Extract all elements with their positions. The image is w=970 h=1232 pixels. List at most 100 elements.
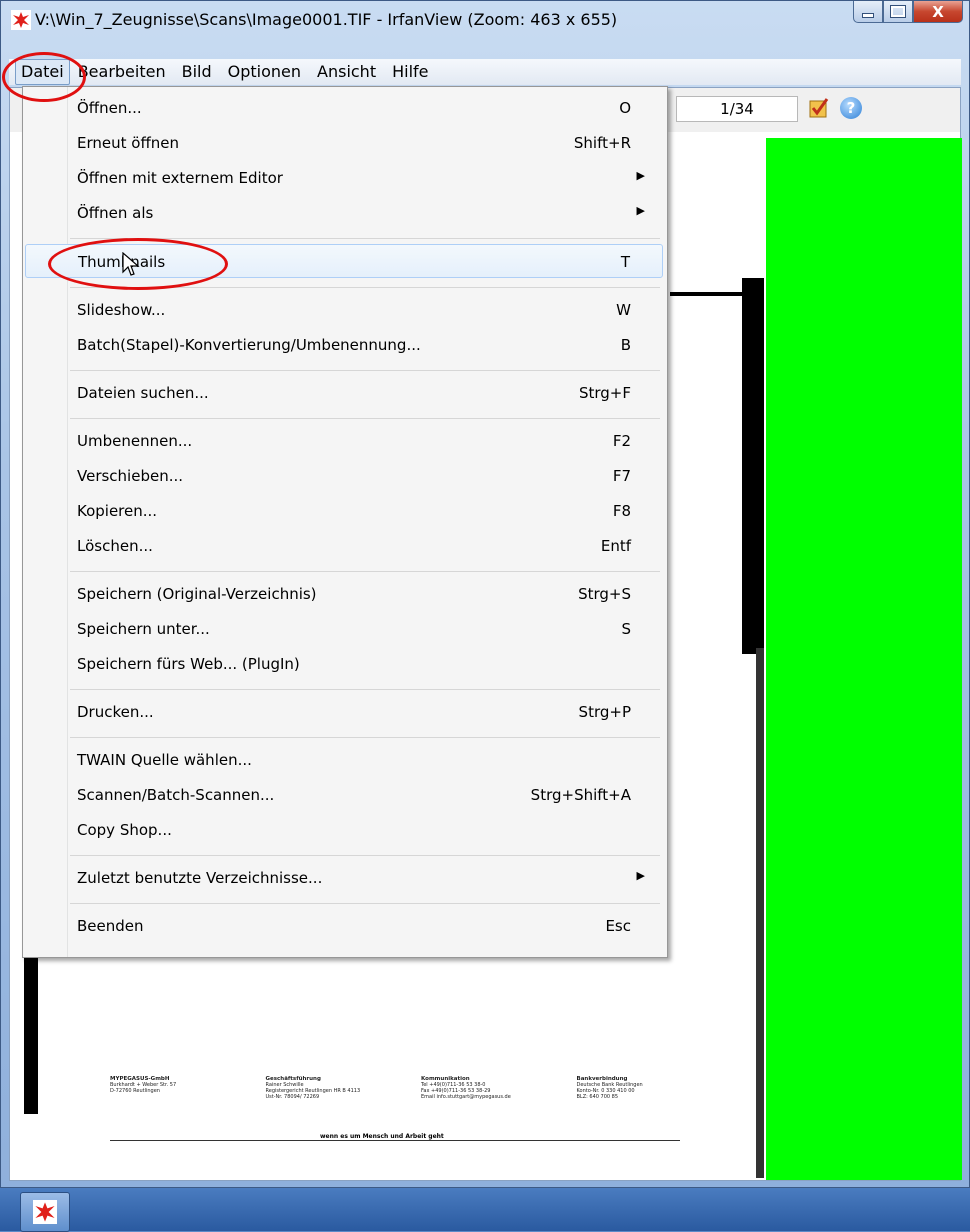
menu-item-label: Umbenennen... <box>77 432 193 450</box>
menu-item-shortcut: F8 <box>612 502 631 520</box>
menu-item-batch[interactable]: Batch(Stapel)-Konvertierung/Umbenennung.… <box>25 328 663 362</box>
menu-ansicht[interactable]: Ansicht <box>309 60 384 84</box>
menu-separator <box>70 689 660 690</box>
menu-item-shortcut: Strg+S <box>578 585 631 603</box>
menu-item-label: Verschieben... <box>77 467 184 485</box>
menu-item-oeffnen[interactable]: Öffnen... O <box>25 91 663 125</box>
menu-item-drucken[interactable]: Drucken... Strg+P <box>25 695 663 729</box>
menu-item-label: Drucken... <box>77 703 154 721</box>
menu-item-oeffnen-extern[interactable]: Öffnen mit externem Editor ▶ <box>25 161 663 195</box>
document-footer: MYPEGASUS-GmbH Burkhardt + Weber Str. 57… <box>110 1076 710 1100</box>
menu-item-kopieren[interactable]: Kopieren... F8 <box>25 494 663 528</box>
scan-horizontal-line <box>670 292 748 296</box>
menu-item-shortcut: Entf <box>600 537 631 555</box>
scanned-green-area <box>766 138 962 1180</box>
footer-management: Geschäftsführung Rainer Schwille Registe… <box>266 1076 400 1100</box>
page-counter[interactable]: 1/34 <box>676 96 798 122</box>
menu-item-label: Slideshow... <box>77 301 166 319</box>
submenu-arrow-icon: ▶ <box>636 169 645 182</box>
maximize-icon <box>890 5 906 18</box>
submenu-arrow-icon: ▶ <box>636 869 645 882</box>
menu-bar: Datei Bearbeiten Bild Optionen Ansicht H… <box>9 59 961 85</box>
file-menu-dropdown: Öffnen... O Erneut öffnen Shift+R Öffnen… <box>22 86 668 958</box>
menu-separator <box>70 855 660 856</box>
close-button[interactable]: X <box>913 1 963 23</box>
irfanview-app-icon[interactable] <box>11 10 31 30</box>
taskbar <box>0 1188 970 1232</box>
menu-item-label: Speichern unter... <box>77 620 210 638</box>
menu-bild[interactable]: Bild <box>174 60 220 84</box>
menu-item-label: Öffnen mit externem Editor <box>77 169 283 187</box>
menu-item-shortcut: Esc <box>605 917 631 935</box>
title-bar[interactable]: V:\Win_7_Zeugnisse\Scans\Image0001.TIF -… <box>1 1 969 39</box>
menu-item-shortcut: F7 <box>612 467 631 485</box>
menu-item-shortcut: O <box>619 99 631 117</box>
taskbar-irfanview-button[interactable] <box>20 1192 70 1232</box>
menu-item-umbenennen[interactable]: Umbenennen... F2 <box>25 424 663 458</box>
menu-item-label: Erneut öffnen <box>77 134 180 152</box>
scan-vertical-line <box>756 648 764 1178</box>
menu-item-verschieben[interactable]: Verschieben... F7 <box>25 459 663 493</box>
menu-item-scannen[interactable]: Scannen/Batch-Scannen... Strg+Shift+A <box>25 778 663 812</box>
menu-item-label: Öffnen... <box>77 99 142 117</box>
menu-item-shortcut: W <box>616 301 631 319</box>
menu-item-label: Speichern (Original-Verzeichnis) <box>77 585 317 603</box>
menu-item-loeschen[interactable]: Löschen... Entf <box>25 529 663 563</box>
menu-item-copy-shop[interactable]: Copy Shop... <box>25 813 663 847</box>
menu-separator <box>70 903 660 904</box>
menu-item-speichern[interactable]: Speichern (Original-Verzeichnis) Strg+S <box>25 577 663 611</box>
menu-separator <box>70 370 660 371</box>
footer-text: Email info.stuttgart@mypegasus.de <box>421 1094 511 1100</box>
footer-bank: Bankverbindung Deutsche Bank Reutlingen … <box>577 1076 711 1100</box>
menu-item-dateien-suchen[interactable]: Dateien suchen... Strg+F <box>25 376 663 410</box>
menu-separator <box>70 737 660 738</box>
menu-item-shortcut: Strg+P <box>578 703 631 721</box>
menu-hilfe[interactable]: Hilfe <box>384 60 436 84</box>
footer-text: D-72760 Reutlingen <box>110 1088 160 1094</box>
minimize-button[interactable] <box>853 1 883 23</box>
minimize-icon <box>862 13 874 18</box>
menu-item-oeffnen-als[interactable]: Öffnen als ▶ <box>25 196 663 230</box>
checklist-icon[interactable] <box>808 97 830 119</box>
window-title: V:\Win_7_Zeugnisse\Scans\Image0001.TIF -… <box>35 10 618 29</box>
menu-item-label: Speichern fürs Web... (PlugIn) <box>77 655 300 673</box>
menu-item-shortcut: Strg+Shift+A <box>530 786 631 804</box>
menu-item-twain[interactable]: TWAIN Quelle wählen... <box>25 743 663 777</box>
menu-item-zuletzt-benutzt[interactable]: Zuletzt benutzte Verzeichnisse... ▶ <box>25 861 663 895</box>
submenu-arrow-icon: ▶ <box>636 204 645 217</box>
menu-item-speichern-web[interactable]: Speichern fürs Web... (PlugIn) <box>25 647 663 681</box>
menu-item-label: Beenden <box>77 917 144 935</box>
menu-separator <box>70 571 660 572</box>
menu-item-beenden[interactable]: Beenden Esc <box>25 909 663 943</box>
menu-item-erneut-oeffnen[interactable]: Erneut öffnen Shift+R <box>25 126 663 160</box>
footer-slogan: wenn es um Mensch und Arbeit geht <box>316 1133 448 1140</box>
footer-contact: Kommunikation Tel +49(0)711-36 53 38-0 F… <box>421 1076 555 1100</box>
menu-item-speichern-unter[interactable]: Speichern unter... S <box>25 612 663 646</box>
menu-separator <box>70 418 660 419</box>
annotation-circle-datei <box>2 52 86 102</box>
irfanview-taskbar-icon <box>33 1200 57 1224</box>
close-icon: X <box>932 2 944 21</box>
menu-item-label: Öffnen als <box>77 204 154 222</box>
menu-item-shortcut: F2 <box>612 432 631 450</box>
menu-item-label: Scannen/Batch-Scannen... <box>77 786 275 804</box>
mouse-cursor-icon <box>122 252 140 276</box>
footer-text: BLZ: 640 700 85 <box>576 1094 619 1100</box>
footer-rule <box>110 1140 680 1141</box>
menu-item-shortcut: Shift+R <box>573 134 631 152</box>
menu-item-shortcut: B <box>620 336 631 354</box>
menu-item-label: Batch(Stapel)-Konvertierung/Umbenennung.… <box>77 336 421 354</box>
menu-item-slideshow[interactable]: Slideshow... W <box>25 293 663 327</box>
menu-item-label: TWAIN Quelle wählen... <box>77 751 252 769</box>
menu-item-label: Copy Shop... <box>77 821 172 839</box>
scan-vertical-bar <box>742 278 764 654</box>
footer-company: MYPEGASUS-GmbH Burkhardt + Weber Str. 57… <box>110 1076 244 1100</box>
menu-optionen[interactable]: Optionen <box>220 60 309 84</box>
menu-item-shortcut: S <box>621 620 631 638</box>
menu-item-label: Löschen... <box>77 537 153 555</box>
menu-item-label: Zuletzt benutzte Verzeichnisse... <box>77 869 323 887</box>
menu-item-label: Dateien suchen... <box>77 384 209 402</box>
help-icon[interactable]: ? <box>840 97 862 119</box>
maximize-button[interactable] <box>883 1 913 23</box>
scan-left-bar <box>24 952 38 1114</box>
